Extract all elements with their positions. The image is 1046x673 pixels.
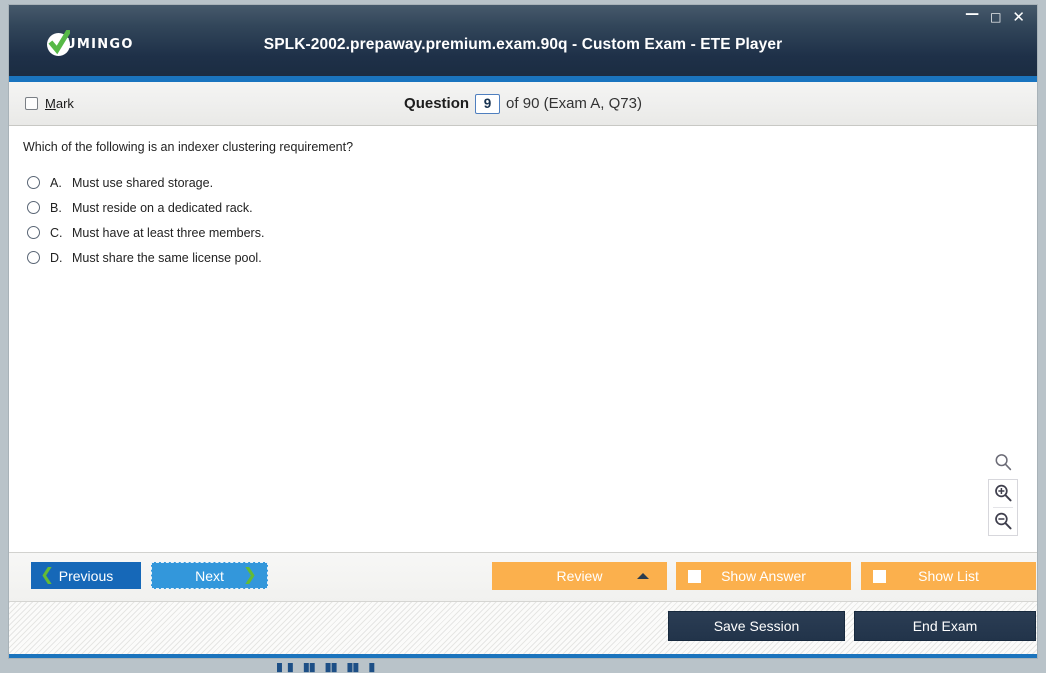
next-button-label: Next [195,567,224,584]
show-list-label: Show List [918,568,979,584]
chevron-right-icon: ❯ [242,565,257,585]
show-answer-button[interactable]: Show Answer [676,562,851,590]
review-button[interactable]: Review [492,562,667,590]
minimize-icon[interactable]: — [965,7,979,21]
zoom-buttons-stack [988,479,1018,536]
question-counter: Question 9 of 90 (Exam A, Q73) [9,93,1037,114]
previous-button-label: Previous [58,567,114,584]
save-session-button[interactable]: Save Session [668,611,845,641]
zoom-out-icon[interactable] [989,508,1017,535]
clipped-background-text: ▌▌▐▌▐▌▐▌▐ [0,663,1046,673]
show-list-checkbox[interactable] [873,569,886,583]
answer-letter: B. [50,200,62,215]
answer-text: Must have at least three members. [72,225,265,240]
question-header-bar: Mark Question 9 of 90 (Exam A, Q73) [9,82,1037,126]
answer-option-a[interactable]: A. Must use shared storage. [27,170,1017,195]
previous-button[interactable]: ❮ Previous [31,562,141,589]
answer-option-c[interactable]: C. Must have at least three members. [27,220,1017,245]
review-button-label: Review [556,568,603,584]
answer-options-list: A. Must use shared storage. B. Must resi… [27,170,1017,270]
answer-text: Must reside on a dedicated rack. [72,200,253,215]
answer-letter: A. [50,175,62,190]
show-answer-label: Show Answer [721,568,806,584]
answer-letter: D. [50,250,63,265]
show-list-button[interactable]: Show List [861,562,1036,590]
navigation-toolbar: ❮ Previous Next ❯ Review Show Answer Sho… [9,553,1037,602]
question-number-input[interactable]: 9 [475,93,501,114]
radio-button-c[interactable] [27,226,40,239]
close-icon[interactable]: ✕ [1012,10,1025,25]
title-bar: UMINGO SPLK-2002.prepaway.premium.exam.9… [9,5,1037,82]
zoom-in-icon[interactable] [989,480,1017,507]
radio-button-a[interactable] [27,176,40,189]
clipped-text: ▌▌▐▌▐▌▐▌▐ [277,663,376,671]
maximize-icon[interactable]: □ [990,11,1001,24]
title-accent-line [9,76,1037,79]
end-exam-label: End Exam [912,618,978,634]
footer-bar: Save Session End Exam [9,602,1037,658]
application-window: UMINGO SPLK-2002.prepaway.premium.exam.9… [8,4,1038,659]
next-button[interactable]: Next ❯ [151,562,268,589]
window-title: SPLK-2002.prepaway.premium.exam.90q - Cu… [263,36,783,53]
magnifier-icon[interactable] [990,449,1016,475]
answer-text: Must share the same license pool. [72,250,262,265]
radio-button-b[interactable] [27,201,40,214]
question-stem: Which of the following is an indexer clu… [23,140,354,154]
question-counter-rest: of 90 (Exam A, Q73) [506,95,642,112]
answer-letter: C. [50,225,63,240]
answer-option-d[interactable]: D. Must share the same license pool. [27,245,1017,270]
question-counter-label: Question [404,95,470,112]
chevron-left-icon: ❮ [40,565,55,585]
radio-button-d[interactable] [27,251,40,264]
window-controls: — □ ✕ [965,7,1025,25]
answer-option-b[interactable]: B. Must reside on a dedicated rack. [27,195,1017,220]
question-content-area: Which of the following is an indexer clu… [9,126,1037,553]
caret-up-icon [637,573,649,579]
answer-text: Must use shared storage. [72,175,214,190]
show-answer-checkbox[interactable] [688,569,701,583]
save-session-label: Save Session [713,618,800,634]
end-exam-button[interactable]: End Exam [854,611,1036,641]
zoom-tool-cluster [986,449,1020,536]
